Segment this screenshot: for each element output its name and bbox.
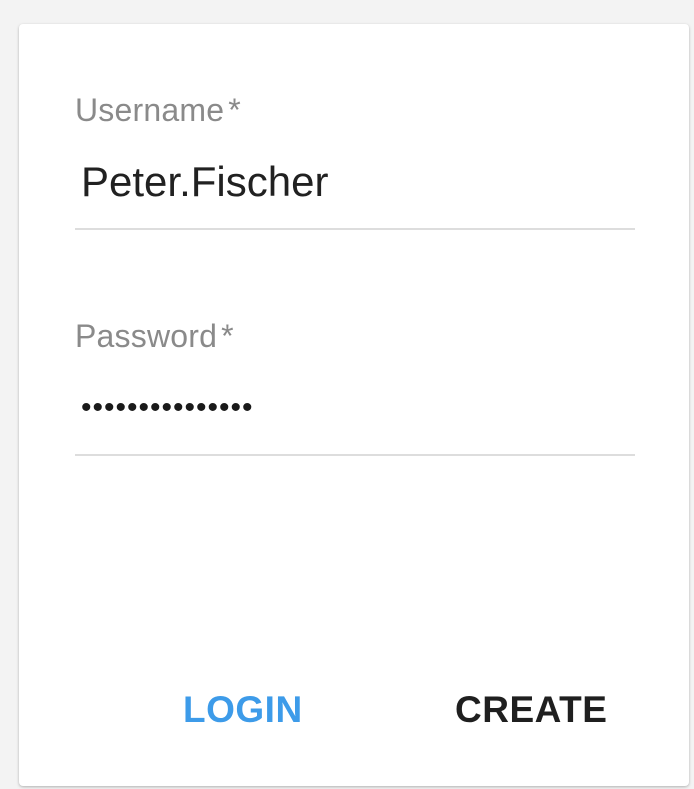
username-underline <box>75 228 635 230</box>
username-input[interactable] <box>75 154 635 210</box>
login-card: Username* Password* LOGIN CREATE <box>19 24 689 786</box>
username-label-text: Username <box>75 92 225 128</box>
form-actions: LOGIN CREATE <box>19 682 689 738</box>
password-required-marker: * <box>221 318 234 354</box>
password-underline <box>75 454 635 456</box>
username-required-marker: * <box>228 92 241 128</box>
username-field: Username * <box>75 90 635 230</box>
password-label-text: Password <box>75 318 218 354</box>
create-button[interactable]: CREATE <box>445 682 617 738</box>
password-field: Password * <box>75 316 635 456</box>
login-button[interactable]: LOGIN <box>173 682 313 738</box>
password-label: Password * <box>75 316 635 356</box>
password-input[interactable] <box>75 380 635 436</box>
username-label: Username * <box>75 90 635 130</box>
